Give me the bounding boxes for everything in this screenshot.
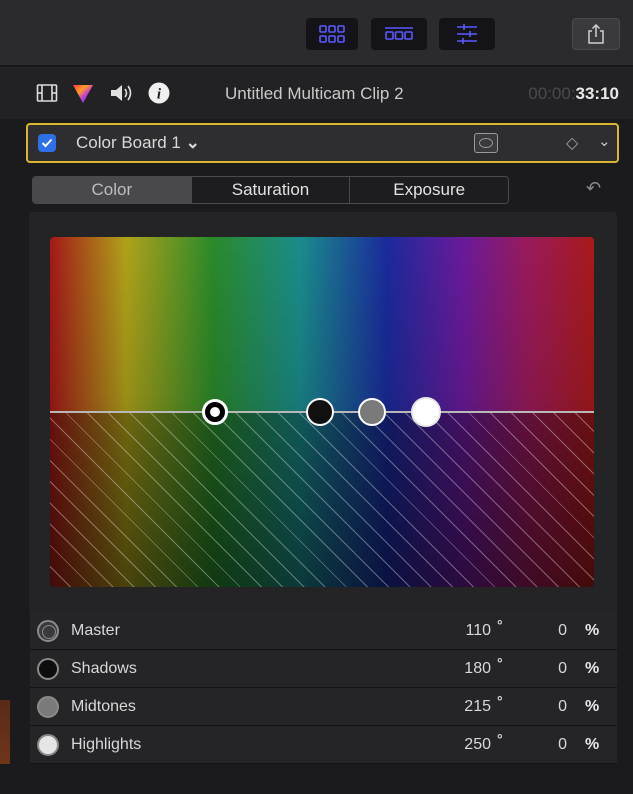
- percent-unit: %: [585, 698, 600, 715]
- inspector-header: i Untitled Multicam Clip 2 00:00:33:10: [0, 67, 633, 119]
- puck-value-rows: Master 110 ° 0 % Shadows 180 ° 0 % Midto…: [30, 612, 617, 764]
- highlights-puck[interactable]: [411, 397, 441, 427]
- libraries-grid-icon: [319, 25, 345, 43]
- percent-value[interactable]: 0: [558, 660, 567, 678]
- reset-icon[interactable]: ↶: [586, 178, 601, 199]
- percent-value[interactable]: 0: [558, 736, 567, 754]
- share-button[interactable]: [572, 18, 620, 50]
- tab-color[interactable]: Color: [33, 177, 192, 203]
- inspector-button[interactable]: [439, 18, 495, 50]
- row-shadows: Shadows 180 ° 0 %: [30, 650, 617, 688]
- percent-unit: %: [585, 660, 600, 677]
- share-icon: [588, 23, 604, 44]
- clip-title: Untitled Multicam Clip 2: [225, 84, 404, 103]
- enable-checkbox[interactable]: [38, 134, 56, 152]
- percent-value[interactable]: 0: [558, 622, 567, 640]
- degree-symbol: °: [497, 617, 503, 633]
- info-icon: i: [148, 82, 170, 104]
- degree-symbol: °: [497, 731, 503, 747]
- browser-filmstrip-icon: [385, 27, 413, 40]
- speaker-icon: [111, 85, 132, 101]
- filmstrip-icon: [36, 84, 58, 102]
- chevron-down-icon[interactable]: ⌄: [598, 132, 611, 150]
- tab-exposure[interactable]: Exposure: [350, 177, 508, 203]
- percent-unit: %: [585, 622, 600, 639]
- row-label: Master: [71, 622, 120, 639]
- color-board-effect-bar[interactable]: Color Board 1 ⌄ ◇ ⌄: [26, 123, 619, 163]
- color-board-name-dropdown[interactable]: Color Board 1 ⌄: [76, 133, 200, 153]
- timecode-dim: 00:00:: [528, 84, 576, 103]
- shadows-swatch-icon[interactable]: [37, 658, 59, 680]
- percent-value[interactable]: 0: [558, 698, 567, 716]
- libraries-grid-button[interactable]: [306, 18, 358, 50]
- panel-footer: [0, 764, 633, 794]
- audio-inspector-tab[interactable]: [108, 81, 134, 105]
- chevron-down-icon: ⌄: [185, 133, 200, 152]
- color-board-tabs: Color Saturation Exposure: [32, 176, 509, 204]
- shadows-puck[interactable]: [306, 398, 334, 426]
- midtones-swatch-icon[interactable]: [37, 696, 59, 718]
- row-master: Master 110 ° 0 %: [30, 612, 617, 650]
- angle-value[interactable]: 110: [465, 622, 491, 640]
- degree-symbol: °: [497, 693, 503, 709]
- keyframe-icon[interactable]: ◇: [566, 133, 578, 153]
- angle-value[interactable]: 250: [464, 736, 491, 754]
- mask-icon[interactable]: [474, 133, 498, 153]
- row-midtones: Midtones 215 ° 0 %: [30, 688, 617, 726]
- info-inspector-tab[interactable]: i: [146, 81, 172, 105]
- video-inspector-tab[interactable]: [34, 81, 60, 105]
- degree-symbol: °: [497, 655, 503, 671]
- midtones-puck[interactable]: [358, 398, 386, 426]
- color-inspector-tab[interactable]: [70, 81, 96, 105]
- checkmark-icon: [41, 138, 53, 148]
- angle-value[interactable]: 215: [464, 698, 491, 716]
- timecode-value: 33:10: [575, 84, 619, 103]
- row-label: Midtones: [71, 698, 136, 715]
- browser-filmstrip-button[interactable]: [371, 18, 427, 50]
- top-toolbar: [0, 0, 633, 66]
- inspector-sliders-icon: [457, 24, 477, 44]
- color-triangle-icon: [73, 85, 93, 103]
- master-swatch-icon[interactable]: [37, 620, 59, 642]
- percent-unit: %: [585, 736, 600, 753]
- color-board-name: Color Board 1: [76, 133, 181, 152]
- angle-value[interactable]: 180: [464, 660, 491, 678]
- highlights-swatch-icon[interactable]: [37, 734, 59, 756]
- master-puck[interactable]: [202, 399, 228, 425]
- row-label: Shadows: [71, 660, 137, 677]
- row-label: Highlights: [71, 736, 142, 753]
- timecode: 00:00:33:10: [528, 84, 619, 104]
- row-highlights: Highlights 250 ° 0 %: [30, 726, 617, 764]
- tab-saturation[interactable]: Saturation: [191, 177, 351, 203]
